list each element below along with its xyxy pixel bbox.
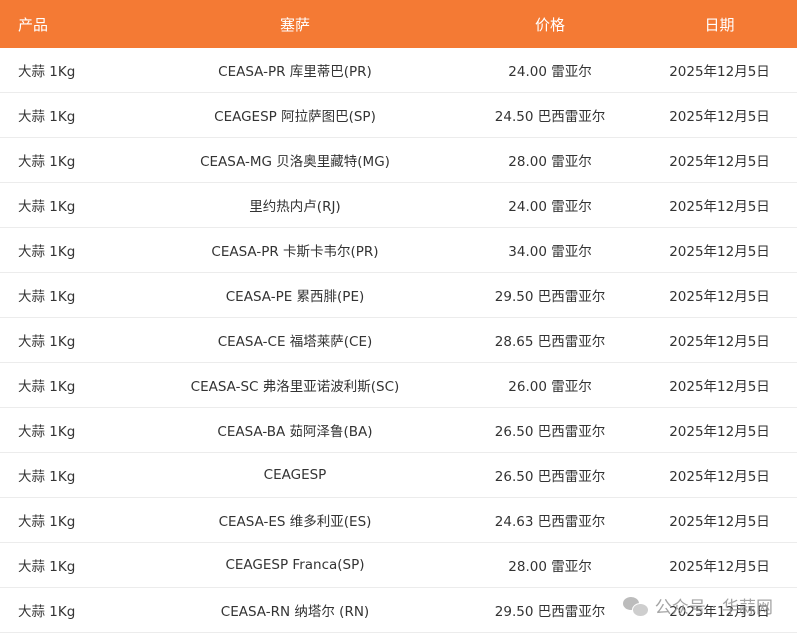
cell-market: CEASA-CE 福塔莱萨(CE): [114, 317, 476, 363]
cell-market: CEASA-ES 维多利亚(ES): [114, 497, 476, 543]
cell-price: 24.50 巴西雷亚尔: [476, 92, 624, 138]
cell-product: 大蒜 1Kg: [0, 452, 114, 498]
table-row: 大蒜 1Kg CEASA-PE 累西腓(PE) 29.50 巴西雷亚尔 2025…: [0, 272, 797, 318]
cell-date: 2025年12月5日: [624, 317, 797, 363]
cell-product: 大蒜 1Kg: [0, 587, 114, 633]
cell-date: 2025年12月5日: [624, 362, 797, 408]
cell-product: 大蒜 1Kg: [0, 182, 114, 228]
cell-date: 2025年12月5日: [624, 497, 797, 543]
cell-market: 里约热内卢(RJ): [114, 182, 476, 228]
garlic-price-table: 产品 塞萨 价格 日期 大蒜 1Kg CEASA-PR 库里蒂巴(PR) 24.…: [0, 0, 797, 633]
cell-price: 28.00 雷亚尔: [476, 542, 624, 588]
table-row: 大蒜 1Kg CEASA-BA 茹阿泽鲁(BA) 26.50 巴西雷亚尔 202…: [0, 407, 797, 453]
cell-market: CEASA-PR 卡斯卡韦尔(PR): [114, 227, 476, 273]
table-body: 大蒜 1Kg CEASA-PR 库里蒂巴(PR) 24.00 雷亚尔 2025年…: [0, 48, 797, 633]
cell-market: CEASA-RN 纳塔尔 (RN): [114, 587, 476, 633]
cell-date: 2025年12月5日: [624, 48, 797, 93]
cell-date: 2025年12月5日: [624, 542, 797, 588]
cell-market: CEASA-BA 茹阿泽鲁(BA): [114, 407, 476, 453]
cell-product: 大蒜 1Kg: [0, 407, 114, 453]
table-row: 大蒜 1Kg CEASA-CE 福塔莱萨(CE) 28.65 巴西雷亚尔 202…: [0, 317, 797, 363]
cell-product: 大蒜 1Kg: [0, 362, 114, 408]
table-row: 大蒜 1Kg CEASA-ES 维多利亚(ES) 24.63 巴西雷亚尔 202…: [0, 497, 797, 543]
header-market: 塞萨: [114, 0, 476, 48]
table-row: 大蒜 1Kg 里约热内卢(RJ) 24.00 雷亚尔 2025年12月5日: [0, 182, 797, 228]
header-price: 价格: [476, 0, 624, 48]
cell-price: 29.50 巴西雷亚尔: [476, 587, 624, 633]
cell-market: CEAGESP 阿拉萨图巴(SP): [114, 92, 476, 138]
cell-product: 大蒜 1Kg: [0, 137, 114, 183]
cell-date: 2025年12月5日: [624, 182, 797, 228]
cell-market: CEASA-SC 弗洛里亚诺波利斯(SC): [114, 362, 476, 408]
cell-price: 24.00 雷亚尔: [476, 48, 624, 93]
table-header: 产品 塞萨 价格 日期: [0, 0, 797, 48]
cell-price: 24.00 雷亚尔: [476, 182, 624, 228]
header-date: 日期: [624, 0, 797, 48]
cell-date: 2025年12月5日: [624, 272, 797, 318]
cell-date: 2025年12月5日: [624, 227, 797, 273]
table-row: 大蒜 1Kg CEASA-RN 纳塔尔 (RN) 29.50 巴西雷亚尔 202…: [0, 587, 797, 633]
cell-date: 2025年12月5日: [624, 407, 797, 453]
cell-price: 24.63 巴西雷亚尔: [476, 497, 624, 543]
table-row: 大蒜 1Kg CEAGESP 26.50 巴西雷亚尔 2025年12月5日: [0, 452, 797, 498]
cell-product: 大蒜 1Kg: [0, 92, 114, 138]
cell-date: 2025年12月5日: [624, 587, 797, 633]
table-row: 大蒜 1Kg CEASA-MG 贝洛奥里藏特(MG) 28.00 雷亚尔 202…: [0, 137, 797, 183]
cell-product: 大蒜 1Kg: [0, 317, 114, 363]
cell-market: CEAGESP: [114, 452, 476, 498]
header-row: 产品 塞萨 价格 日期: [0, 0, 797, 48]
table-row: 大蒜 1Kg CEAGESP Franca(SP) 28.00 雷亚尔 2025…: [0, 542, 797, 588]
cell-date: 2025年12月5日: [624, 137, 797, 183]
cell-product: 大蒜 1Kg: [0, 48, 114, 93]
cell-product: 大蒜 1Kg: [0, 542, 114, 588]
cell-product: 大蒜 1Kg: [0, 497, 114, 543]
cell-market: CEASA-MG 贝洛奥里藏特(MG): [114, 137, 476, 183]
cell-date: 2025年12月5日: [624, 92, 797, 138]
cell-price: 29.50 巴西雷亚尔: [476, 272, 624, 318]
cell-product: 大蒜 1Kg: [0, 272, 114, 318]
cell-price: 26.50 巴西雷亚尔: [476, 407, 624, 453]
cell-price: 26.00 雷亚尔: [476, 362, 624, 408]
cell-market: CEASA-PR 库里蒂巴(PR): [114, 48, 476, 93]
table-row: 大蒜 1Kg CEASA-PR 卡斯卡韦尔(PR) 34.00 雷亚尔 2025…: [0, 227, 797, 273]
cell-price: 28.00 雷亚尔: [476, 137, 624, 183]
cell-date: 2025年12月5日: [624, 452, 797, 498]
cell-market: CEASA-PE 累西腓(PE): [114, 272, 476, 318]
header-product: 产品: [0, 0, 114, 48]
table-row: 大蒜 1Kg CEAGESP 阿拉萨图巴(SP) 24.50 巴西雷亚尔 202…: [0, 92, 797, 138]
cell-market: CEAGESP Franca(SP): [114, 542, 476, 588]
cell-price: 28.65 巴西雷亚尔: [476, 317, 624, 363]
cell-price: 34.00 雷亚尔: [476, 227, 624, 273]
cell-product: 大蒜 1Kg: [0, 227, 114, 273]
table-row: 大蒜 1Kg CEASA-SC 弗洛里亚诺波利斯(SC) 26.00 雷亚尔 2…: [0, 362, 797, 408]
table-row: 大蒜 1Kg CEASA-PR 库里蒂巴(PR) 24.00 雷亚尔 2025年…: [0, 48, 797, 93]
cell-price: 26.50 巴西雷亚尔: [476, 452, 624, 498]
